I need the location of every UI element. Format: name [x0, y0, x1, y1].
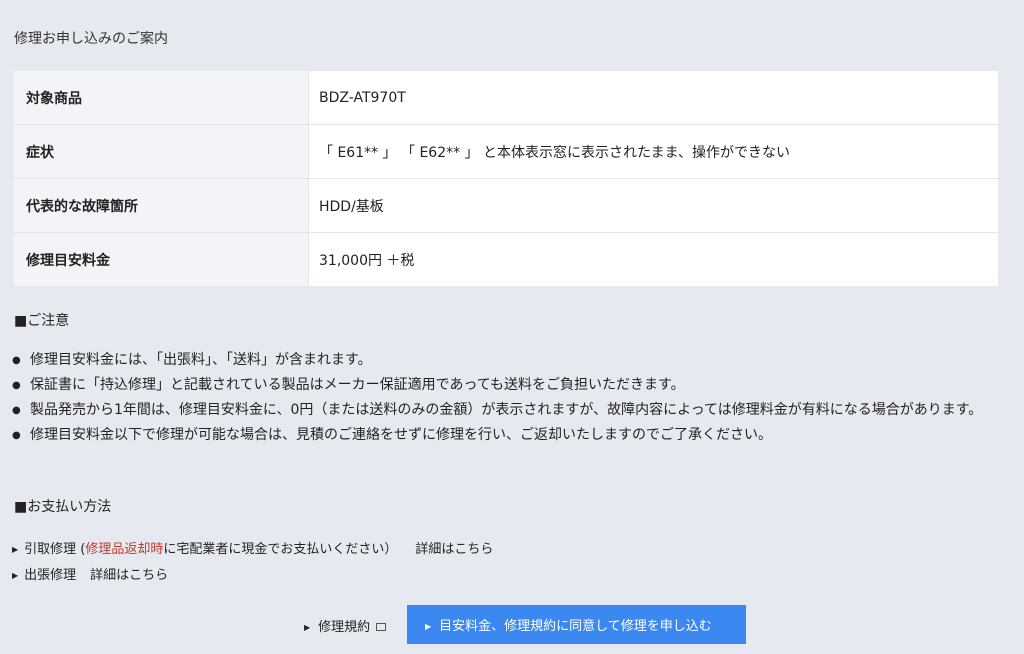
triangle-right-icon: ▶: [12, 571, 19, 580]
row-label: 修理目安料金: [14, 232, 309, 286]
bullet-icon: ●: [12, 430, 21, 441]
new-window-icon: [376, 623, 387, 631]
table-row: 代表的な故障箇所 HDD/基板: [14, 178, 998, 233]
page-title: 修理お申し込みのご案内: [14, 31, 168, 47]
pickup-prefix: 引取修理 (: [24, 542, 86, 557]
row-value: HDD/基板: [308, 178, 998, 233]
bullet-icon: ●: [12, 380, 21, 391]
apply-button-label: 目安料金、修理規約に同意して修理を申し込む: [439, 619, 712, 634]
bullet-icon: ●: [12, 405, 21, 416]
table-row: 対象商品 BDZ-AT970T: [14, 71, 998, 125]
list-item: ● 修理目安料金には、「出張料」、「送料」が含まれます。: [12, 348, 1002, 373]
notes-heading: ■ご注意: [14, 313, 70, 329]
onsite-repair-line: ▶ 出張修理 詳細はこちら: [12, 564, 168, 583]
note-text: 保証書に「持込修理」と記載されている製品はメーカー保証適用であっても送料をご負担…: [30, 377, 685, 393]
pickup-highlight: 修理品返却時: [85, 542, 164, 557]
list-item: ● 修理目安料金以下で修理が可能な場合は、見積のご連絡をせずに修理を行い、ご返却い…: [12, 423, 1002, 448]
pickup-suffix: に宅配業者に現金でお支払いください）: [163, 542, 398, 557]
row-label: 対象商品: [14, 71, 309, 125]
onsite-detail-link[interactable]: 詳細はこちら: [90, 568, 168, 583]
row-label: 代表的な故障箇所: [14, 178, 309, 233]
payment-heading: ■お支払い方法: [14, 499, 112, 515]
repair-spec-table: 対象商品 BDZ-AT970T 症状 「 E61** 」 「 E62** 」 と…: [14, 71, 998, 286]
note-text: 修理目安料金には、「出張料」、「送料」が含まれます。: [30, 352, 372, 368]
apply-repair-button[interactable]: ▶ 目安料金、修理規約に同意して修理を申し込む: [407, 605, 746, 644]
list-item: ● 保証書に「持込修理」と記載されている製品はメーカー保証適用であっても送料をご負…: [12, 373, 1002, 398]
table-row: 症状 「 E61** 」 「 E62** 」 と本体表示窓に表示されたまま、操作…: [14, 124, 998, 179]
triangle-right-icon: ▶: [425, 622, 432, 631]
table-row: 修理目安料金 31,000円 ＋税: [14, 232, 998, 286]
notes-list: ● 修理目安料金には、「出張料」、「送料」が含まれます。 ● 保証書に「持込修理」と…: [12, 348, 1002, 448]
onsite-label: 出張修理: [24, 568, 77, 583]
pickup-detail-link[interactable]: 詳細はこちら: [415, 542, 493, 557]
bullet-icon: ●: [12, 355, 21, 366]
note-text: 製品発売から1年間は、修理目安料金に、0円（または送料のみの金額）が表示されます…: [30, 402, 983, 418]
repair-terms-link[interactable]: ▶ 修理規約: [304, 616, 387, 635]
row-value: 「 E61** 」 「 E62** 」 と本体表示窓に表示されたまま、操作ができ…: [308, 124, 998, 179]
row-value: 31,000円 ＋税: [319, 252, 415, 269]
list-item: ● 製品発売から1年間は、修理目安料金に、0円（または送料のみの金額）が表示されま…: [12, 398, 1002, 423]
pickup-repair-line: ▶ 引取修理 (修理品返却時に宅配業者に現金でお支払いください） 詳細はこちら: [12, 538, 493, 557]
row-label: 症状: [14, 124, 309, 179]
triangle-right-icon: ▶: [304, 623, 311, 632]
terms-label: 修理規約: [318, 620, 371, 635]
row-value: BDZ-AT970T: [308, 71, 998, 125]
triangle-right-icon: ▶: [12, 545, 19, 554]
note-text: 修理目安料金以下で修理が可能な場合は、見積のご連絡をせずに修理を行い、ご返却いた…: [30, 427, 772, 443]
